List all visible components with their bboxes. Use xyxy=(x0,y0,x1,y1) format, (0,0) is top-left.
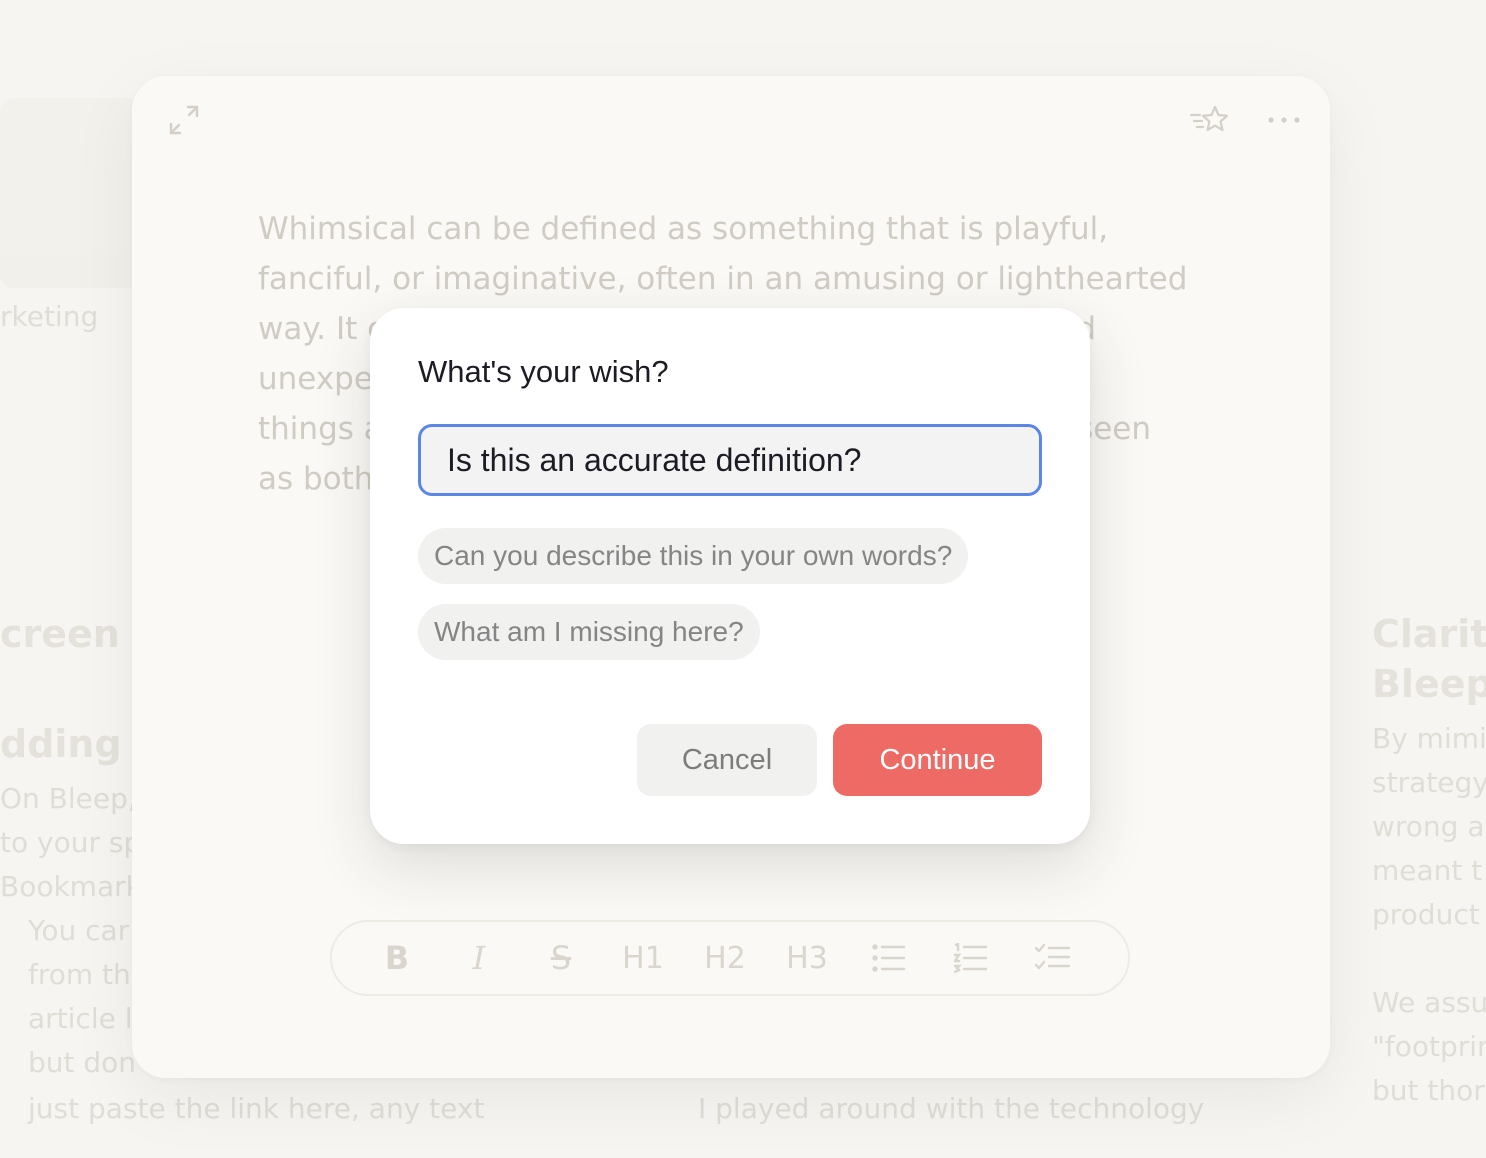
heading-2-button[interactable]: H2 xyxy=(684,928,766,988)
background-text: "footprin xyxy=(1372,1030,1486,1063)
checklist-icon xyxy=(1035,943,1071,970)
more-icon[interactable] xyxy=(1264,104,1304,136)
numbered-list-icon xyxy=(954,943,988,973)
background-text: By mimi xyxy=(1372,722,1486,755)
expand-icon[interactable] xyxy=(166,102,202,138)
background-heading: Clarity xyxy=(1372,612,1486,656)
star-icon[interactable] xyxy=(1188,102,1232,138)
suggestion-chip[interactable]: What am I missing here? xyxy=(418,604,760,660)
italic-button[interactable]: I xyxy=(438,928,520,988)
dialog-title: What's your wish? xyxy=(418,354,669,389)
background-text: product xyxy=(1372,898,1480,931)
numbered-list-button[interactable] xyxy=(930,928,1012,988)
background-text: I played around with the technology xyxy=(698,1092,1205,1125)
background-text: rketing xyxy=(0,300,99,333)
background-text: You car xyxy=(28,914,130,947)
background-text: On Bleep, xyxy=(0,782,137,815)
bullet-list-icon xyxy=(872,944,906,972)
background-text: wrong a xyxy=(1372,810,1485,843)
background-text: Bookmark xyxy=(0,870,142,903)
continue-button[interactable]: Continue xyxy=(833,724,1042,796)
bullet-list-button[interactable] xyxy=(848,928,930,988)
background-text: article l xyxy=(28,1002,133,1035)
background-text: meant t xyxy=(1372,854,1483,887)
wish-input[interactable] xyxy=(418,424,1042,496)
background-text: just paste the link here, any text xyxy=(28,1092,485,1125)
checklist-button[interactable] xyxy=(1012,928,1094,988)
background-text: strategy xyxy=(1372,766,1486,799)
background-thumbnail xyxy=(0,98,140,288)
background-text: We assu xyxy=(1372,986,1486,1019)
background-heading: dding t xyxy=(0,722,154,766)
formatting-toolbar: B I S H1 H2 H3 xyxy=(330,920,1130,996)
strikethrough-button[interactable]: S xyxy=(520,928,602,988)
heading-3-button[interactable]: H3 xyxy=(766,928,848,988)
background-heading: creen xyxy=(0,612,120,656)
background-text: but thor xyxy=(1372,1074,1485,1107)
heading-1-button[interactable]: H1 xyxy=(602,928,684,988)
cancel-button[interactable]: Cancel xyxy=(637,724,817,796)
suggestion-chip[interactable]: Can you describe this in your own words? xyxy=(418,528,969,584)
bold-button[interactable]: B xyxy=(356,928,438,988)
background-text: but don xyxy=(28,1046,137,1079)
background-text: from th xyxy=(28,958,131,991)
background-text: to your sp xyxy=(0,826,142,859)
wish-dialog: What's your wish? Can you describe this … xyxy=(370,308,1090,844)
background-heading: Bleep xyxy=(1372,662,1486,706)
